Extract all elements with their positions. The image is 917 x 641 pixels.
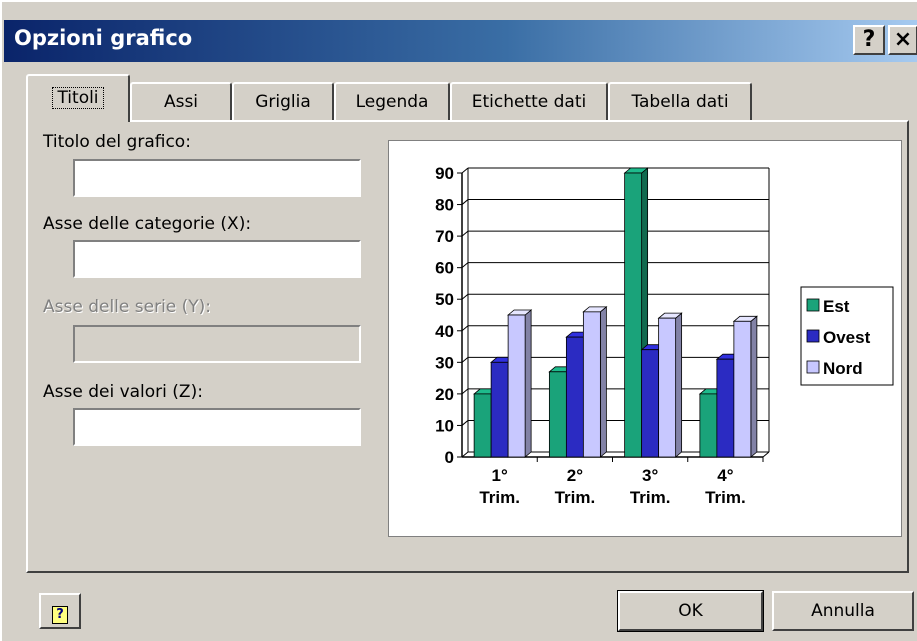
gridline-depth xyxy=(461,420,469,426)
y-tick-label: 90 xyxy=(435,164,454,183)
context-help-button[interactable]: ? xyxy=(853,25,885,55)
window-title: Opzioni grafico xyxy=(14,26,193,50)
bar-nord xyxy=(658,317,677,458)
cancel-button[interactable]: Annulla xyxy=(772,591,914,631)
bar-side xyxy=(599,305,607,458)
bar-side xyxy=(675,312,683,458)
gridline-depth xyxy=(461,230,469,237)
x-tick-label: Trim. xyxy=(479,488,520,507)
x-tick-label: Trim. xyxy=(555,488,596,507)
bar-ovest xyxy=(716,358,735,458)
x-tick-label: Trim. xyxy=(630,488,671,507)
chart-options-dialog: Opzioni grafico ? × Titoli Assi Griglia … xyxy=(0,0,917,641)
help-button[interactable]: ? xyxy=(39,593,81,629)
x-tick-label: 4° xyxy=(717,466,733,485)
floor-edge xyxy=(762,451,770,458)
help-book-icon: ? xyxy=(52,606,68,624)
gridline-depth xyxy=(461,262,469,269)
y-tick-label: 80 xyxy=(435,196,454,215)
y-tick-label: 60 xyxy=(435,259,454,278)
tab-assi[interactable]: Assi xyxy=(130,82,232,120)
legend-label-est: Est xyxy=(823,297,850,316)
bar-nord xyxy=(733,320,752,458)
legend-swatch-ovest xyxy=(806,329,820,343)
y-tick-label: 10 xyxy=(435,416,454,435)
bar-ovest xyxy=(565,336,584,458)
tab-titoli[interactable]: Titoli xyxy=(26,74,130,122)
y-tick-label: 40 xyxy=(435,322,454,341)
x-tick-label: 2° xyxy=(567,466,583,485)
gridline-depth xyxy=(461,167,469,174)
close-button[interactable]: × xyxy=(888,25,917,55)
x-tick-label: 3° xyxy=(642,466,658,485)
bar-est xyxy=(624,172,643,458)
bar-side xyxy=(524,309,532,458)
y-tick-label: 0 xyxy=(445,448,454,467)
y-tick-label: 50 xyxy=(435,290,454,309)
y-tick-label: 30 xyxy=(435,353,454,372)
y-tick-label: 70 xyxy=(435,227,454,246)
bar-ovest xyxy=(490,361,509,458)
tab-griglia[interactable]: Griglia xyxy=(232,82,334,120)
tab-legenda[interactable]: Legenda xyxy=(334,82,450,120)
x-tick-label: Trim. xyxy=(705,488,746,507)
gridline-depth xyxy=(461,356,469,363)
bar-est xyxy=(548,371,567,458)
bar-side xyxy=(750,315,758,458)
tab-titoli-label: Titoli xyxy=(52,87,104,109)
x-tick-label: 1° xyxy=(491,466,507,485)
bar-ovest xyxy=(641,349,660,458)
gridline-depth xyxy=(461,325,469,332)
title-bar: Opzioni grafico ? × xyxy=(4,20,917,62)
bar-est xyxy=(699,393,718,458)
ok-button[interactable]: OK xyxy=(617,590,764,632)
bar-nord xyxy=(582,311,601,458)
bar-nord xyxy=(507,314,526,458)
chart-svg: 0 10 20 30 40 50 60 70 80 90 1° Trim. 2° Trim. 3° Trim.… xyxy=(435,164,894,507)
tab-etichette-dati[interactable]: Etichette dati xyxy=(450,82,608,120)
legend-label-ovest: Ovest xyxy=(823,328,871,347)
legend-label-nord: Nord xyxy=(823,359,863,378)
bar-est xyxy=(473,393,492,458)
tab-tabella-dati[interactable]: Tabella dati xyxy=(608,82,752,120)
legend-swatch-nord xyxy=(806,360,820,374)
gridline-depth xyxy=(461,388,469,395)
gridline-depth xyxy=(461,199,469,205)
gridline-depth xyxy=(461,293,469,300)
y-tick-label: 20 xyxy=(435,385,454,404)
legend-swatch-est xyxy=(806,298,820,312)
chart-preview: 0 10 20 30 40 50 60 70 80 90 1° Trim. 2° Trim. 3° Trim.… xyxy=(388,140,902,537)
